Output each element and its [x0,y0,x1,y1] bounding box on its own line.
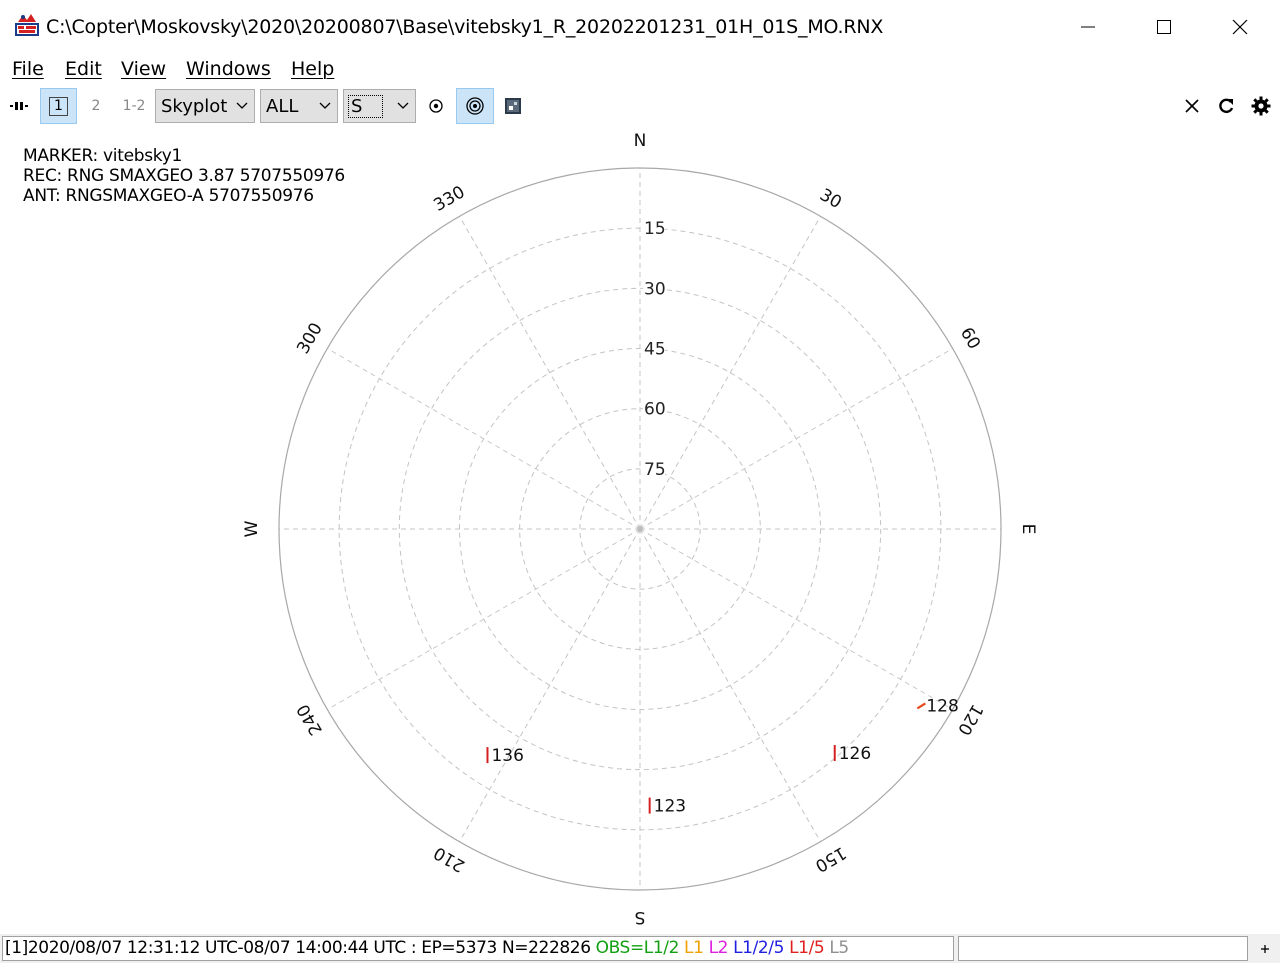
status-l2: L2 [708,938,729,958]
chevron-down-icon [230,102,254,110]
app-icon [15,14,39,36]
title-bar: C:\Copter\Moskovsky\2020\20200807\Base\v… [0,0,1280,55]
plot-type-value: Skyplot [161,95,228,117]
elevation-label: 75 [644,460,666,480]
status-l1: L1 [684,938,704,958]
menu-edit[interactable]: Edit [65,58,102,80]
image-button[interactable] [499,88,527,124]
elevation-label: 45 [644,340,666,360]
menu-view[interactable]: View [121,58,166,80]
center-button[interactable] [422,88,450,124]
elevation-label: 60 [644,400,666,420]
target-button[interactable] [456,88,494,124]
satellite-filter-select[interactable]: ALL [260,89,338,123]
minimize-icon [1081,26,1095,28]
azimuth-label: 300 [293,319,327,357]
close-icon [1232,19,1248,35]
azimuth-label: 330 [430,182,468,216]
status-l5: L5 [829,938,849,958]
maximize-button[interactable] [1126,0,1202,54]
status-obs: OBS=L1/2 [595,938,680,958]
menu-windows[interactable]: Windows [186,58,271,80]
status-message: [1]2020/08/07 12:31:12 UTC-08/07 14:00:4… [2,936,954,961]
menu-bar: File Edit View Windows Help [0,54,1280,84]
obs-type-value: S [347,94,384,118]
azimuth-label: 60 [956,324,984,353]
menu-file[interactable]: File [12,58,44,80]
chevron-down-icon [313,102,337,110]
cardinal-label-n: N [634,131,647,151]
close-button[interactable] [1202,0,1278,54]
obs-type-wrap: S [344,94,391,118]
plot1-button[interactable]: 1 [40,88,77,124]
azimuth-line [327,528,641,710]
menu-help[interactable]: Help [291,58,334,80]
marker-text: MARKER: vitebsky1 [23,146,182,166]
plot2-button[interactable]: 2 [80,88,112,124]
maximize-icon [1157,20,1171,34]
window-title: C:\Copter\Moskovsky\2020\20200807\Base\v… [46,16,884,38]
azimuth-label: 30 [816,185,845,213]
azimuth-line [639,528,953,710]
satellite-label: 126 [839,744,871,764]
status-secondary [958,936,1248,961]
status-l15: L1/5 [789,938,825,958]
status-bar: [1]2020/08/07 12:31:12 UTC-08/07 14:00:4… [0,934,1280,963]
obs-type-select[interactable]: S [343,89,416,123]
pause-icon [10,102,28,110]
plot1-label: 1 [49,96,68,116]
skyplot[interactable]: 1530456075NESW30601201502102403003301281… [0,128,1280,934]
receiver-info: MARKER: vitebsky1 REC: RNG SMAXGEO 3.87 … [23,146,345,206]
azimuth-line [459,216,641,530]
status-time-range: [1]2020/08/07 12:31:12 UTC-08/07 14:00:4… [5,938,596,958]
status-l125: L1/2/5 [733,938,785,958]
cardinal-label-w: W [242,520,262,537]
azimuth-label: 210 [430,842,468,876]
center-dot-icon [429,99,443,113]
reload-icon [1219,98,1234,114]
elevation-label: 15 [644,219,666,239]
plot-type-select[interactable]: Skyplot [155,89,255,123]
zenith-dot [637,526,643,532]
satellite-filter-value: ALL [266,95,299,117]
target-icon [466,97,484,115]
satellite-label: 128 [926,696,958,716]
satellite-label: 136 [491,746,523,766]
azimuth-line [639,348,953,530]
toolbar: 1 2 1-2 Skyplot ALL S [0,84,1280,128]
antenna-text: ANT: RNGSMAXGEO-A 5707550976 [23,186,314,206]
settings-button[interactable] [1247,88,1275,124]
clear-button[interactable] [1178,88,1206,124]
resize-grip-icon[interactable] [1260,944,1270,954]
cardinal-label-s: S [635,907,646,927]
close-icon [1185,99,1199,113]
cardinal-label-e: E [1018,524,1038,535]
azimuth-label: 150 [811,842,849,876]
pause-button[interactable] [6,88,34,124]
azimuth-line [327,348,641,530]
receiver-text: REC: RNG SMAXGEO 3.87 5707550976 [23,166,345,186]
chevron-down-icon [391,102,415,110]
satellite-label: 123 [654,797,686,817]
reload-button[interactable] [1212,88,1240,124]
plot12-button[interactable]: 1-2 [116,88,152,124]
azimuth-label: 240 [293,700,327,738]
azimuth-line [639,528,821,842]
azimuth-line [639,216,821,530]
image-icon [505,98,521,114]
gear-icon [1251,96,1271,116]
azimuth-line [459,528,641,842]
elevation-label: 30 [644,279,666,299]
satellite-track [916,702,926,710]
minimize-button[interactable] [1050,0,1126,54]
